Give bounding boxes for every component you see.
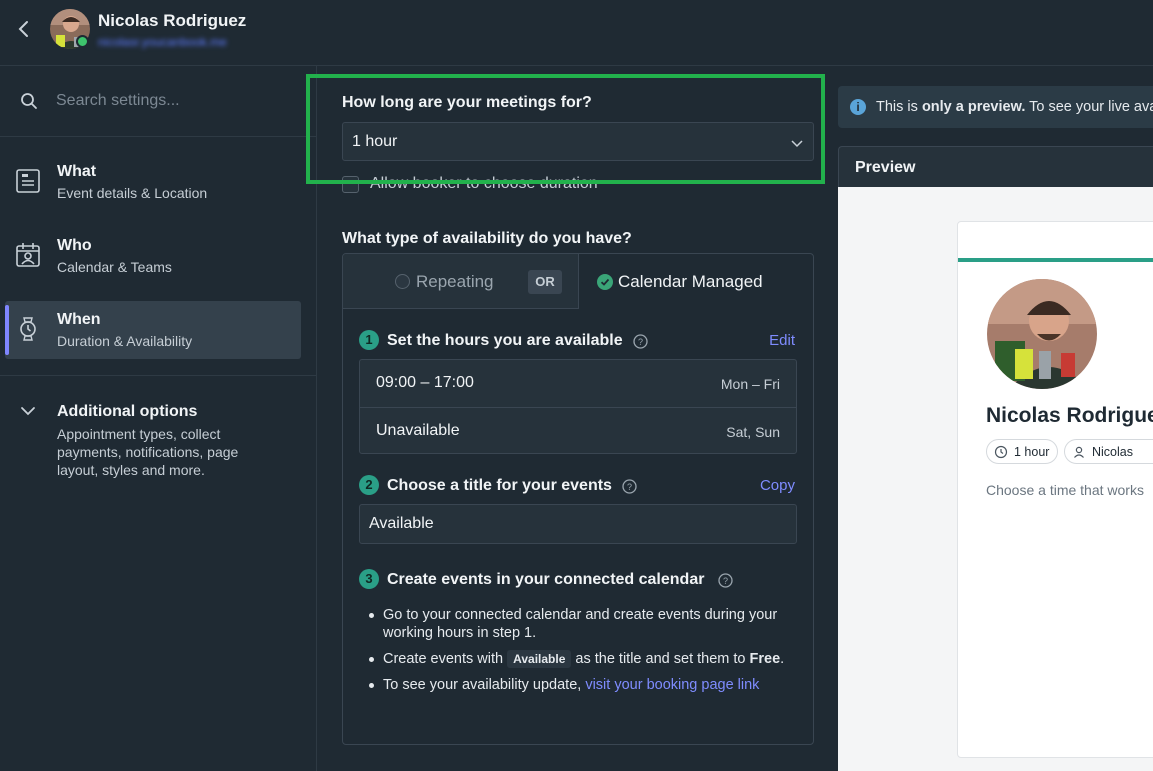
booking-card: Nicolas Rodrigue 1 hour Nicolas Choose a… bbox=[957, 221, 1153, 758]
info-text: This is only a preview. To see your live… bbox=[876, 99, 1153, 115]
instruction-text: . bbox=[780, 651, 785, 667]
calendar-person-icon bbox=[15, 242, 41, 268]
step-title: Set the hours you are available bbox=[387, 332, 623, 349]
card-accent-bar bbox=[958, 258, 1153, 262]
info-banner: i This is only a preview. To see your li… bbox=[838, 86, 1153, 128]
watch-icon bbox=[15, 316, 41, 342]
help-icon[interactable]: ? bbox=[622, 479, 637, 494]
option-calendar-managed-label: Calendar Managed bbox=[618, 272, 763, 291]
instruction-text: Go to your connected calendar and create… bbox=[383, 607, 778, 641]
svg-text:?: ? bbox=[723, 576, 728, 586]
instructions-list: Go to your connected calendar and create… bbox=[367, 606, 797, 702]
step-title: Create events in your connected calendar bbox=[387, 571, 705, 588]
booking-page-link[interactable]: visit your booking page link bbox=[585, 677, 759, 693]
sidebar-item-subtitle: Duration & Availability bbox=[57, 333, 193, 349]
svg-text:?: ? bbox=[638, 337, 643, 347]
person-icon bbox=[1072, 445, 1086, 459]
step-number: 3 bbox=[359, 569, 379, 589]
free-bold-text: Free bbox=[749, 651, 781, 667]
duration-chip: 1 hour bbox=[986, 439, 1058, 464]
preview-header: Preview bbox=[838, 146, 1153, 188]
additional-options-title: Additional options bbox=[57, 403, 198, 420]
search-bar bbox=[0, 66, 317, 137]
hours-time: 09:00 – 17:00 bbox=[376, 374, 474, 391]
chip-text: 1 hour bbox=[1014, 445, 1050, 459]
hours-table: 09:00 – 17:00 Mon – Fri Unavailable Sat,… bbox=[359, 359, 797, 454]
search-input[interactable] bbox=[56, 88, 296, 114]
additional-options-description: Appointment types, collect payments, not… bbox=[57, 426, 239, 478]
chip-text: Nicolas bbox=[1092, 445, 1133, 459]
svg-text:?: ? bbox=[627, 482, 632, 492]
sidebar-divider bbox=[0, 375, 317, 376]
sidebar-item-title: What bbox=[57, 163, 97, 180]
or-badge: OR bbox=[528, 270, 562, 294]
step-title: Choose a title for your events bbox=[387, 477, 612, 494]
avatar bbox=[987, 279, 1097, 389]
availability-question: What type of availability do you have? bbox=[342, 230, 632, 247]
help-icon[interactable]: ? bbox=[718, 573, 733, 588]
clock-icon bbox=[994, 445, 1008, 459]
duration-question: How long are your meetings for? bbox=[342, 94, 592, 111]
online-status-dot bbox=[76, 35, 89, 48]
hours-days: Mon – Fri bbox=[720, 376, 780, 392]
chevron-down-icon bbox=[791, 136, 803, 148]
list-item: To see your availability update, visit y… bbox=[367, 676, 797, 694]
sidebar-item-subtitle: Calendar & Teams bbox=[57, 259, 172, 275]
sidebar-item-who[interactable]: Who Calendar & Teams bbox=[5, 227, 301, 285]
person-chip: Nicolas bbox=[1064, 439, 1153, 464]
availability-panel: Repeating OR Calendar Managed 1 Set the … bbox=[342, 253, 814, 745]
chevron-down-icon[interactable] bbox=[20, 403, 36, 419]
instruction-text: Create events with bbox=[383, 651, 504, 667]
table-row: 09:00 – 17:00 Mon – Fri bbox=[360, 360, 796, 407]
back-arrow-icon[interactable] bbox=[14, 18, 34, 40]
copy-title-link[interactable]: Copy bbox=[760, 477, 795, 494]
user-name: Nicolas Rodriguez bbox=[98, 11, 247, 30]
edit-hours-link[interactable]: Edit bbox=[769, 332, 795, 349]
sidebar-item-what[interactable]: What Event details & Location bbox=[5, 153, 301, 211]
step-number: 1 bbox=[359, 330, 379, 350]
sidebar-item-subtitle: Event details & Location bbox=[57, 185, 208, 201]
duration-value: 1 hour bbox=[352, 133, 398, 150]
main-settings-panel: How long are your meetings for? 1 hour A… bbox=[318, 66, 838, 771]
sidebar-item-title: When bbox=[57, 311, 101, 328]
list-item: Create events with Available as the titl… bbox=[367, 650, 797, 668]
search-icon bbox=[20, 92, 38, 110]
available-code-chip: Available bbox=[507, 650, 572, 668]
sidebar-item-title: Who bbox=[57, 237, 92, 254]
sidebar-item-when[interactable]: When Duration & Availability bbox=[5, 301, 301, 359]
card-user-name: Nicolas Rodrigue bbox=[986, 404, 1153, 427]
option-repeating-label: Repeating bbox=[416, 272, 494, 291]
allow-booker-label: Allow booker to choose duration bbox=[370, 175, 598, 192]
preview-title: Preview bbox=[855, 159, 916, 176]
instruction-text: To see your availability update, bbox=[383, 677, 582, 693]
preview-body: Nicolas Rodrigue 1 hour Nicolas Choose a… bbox=[838, 187, 1153, 771]
instruction-text: as the title and set them to bbox=[575, 651, 746, 667]
duration-select[interactable]: 1 hour bbox=[342, 122, 814, 161]
event-title-input[interactable] bbox=[359, 504, 797, 544]
id-card-icon bbox=[15, 168, 41, 194]
option-calendar-managed[interactable]: Calendar Managed bbox=[579, 254, 813, 309]
choose-time-text: Choose a time that works bbox=[986, 482, 1144, 498]
step-number: 2 bbox=[359, 475, 379, 495]
help-icon[interactable]: ? bbox=[633, 334, 648, 349]
preview-area: i This is only a preview. To see your li… bbox=[838, 66, 1153, 771]
hours-days: Sat, Sun bbox=[726, 424, 780, 440]
radio-unselected-icon bbox=[395, 274, 410, 289]
top-header: Nicolas Rodriguez nicolasr.youcanbook.me bbox=[0, 0, 1153, 66]
settings-sidebar: What Event details & Location Who Calend… bbox=[0, 66, 317, 771]
info-icon: i bbox=[850, 99, 866, 115]
hours-time: Unavailable bbox=[376, 422, 460, 439]
allow-booker-checkbox[interactable] bbox=[342, 176, 359, 193]
check-circle-icon bbox=[597, 274, 613, 290]
list-item: Go to your connected calendar and create… bbox=[367, 606, 797, 642]
user-email: nicolasr.youcanbook.me bbox=[98, 35, 227, 49]
table-row: Unavailable Sat, Sun bbox=[360, 407, 796, 454]
